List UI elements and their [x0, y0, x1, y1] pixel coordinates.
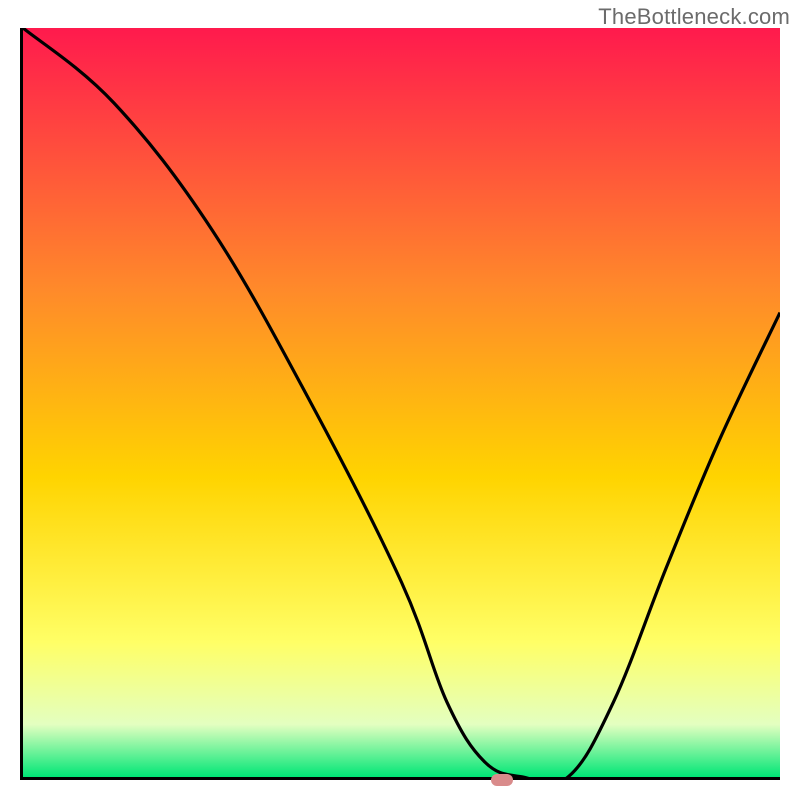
chart-container: TheBottleneck.com [0, 0, 800, 800]
bottleneck-curve [23, 28, 780, 777]
optimal-marker [491, 774, 513, 786]
plot-area [20, 28, 780, 780]
watermark-text: TheBottleneck.com [598, 4, 790, 30]
